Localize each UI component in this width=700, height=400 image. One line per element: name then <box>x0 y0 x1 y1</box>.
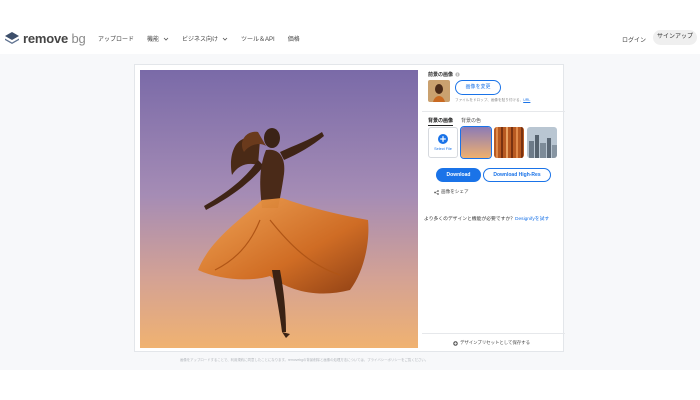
preset-plus-icon <box>453 340 458 346</box>
tab-background-color[interactable]: 背景の色 <box>461 117 481 126</box>
background-option-city[interactable] <box>527 127 557 158</box>
chevron-down-icon <box>222 37 228 41</box>
nav-upload[interactable]: アップロード <box>98 34 134 43</box>
background-option-gradient[interactable] <box>461 127 491 158</box>
terms-footer: 画像をアップロードすることで、利用規約に同意したことになります。removebg… <box>180 358 429 362</box>
select-file-button[interactable]: Select File <box>428 127 458 158</box>
nav-business[interactable]: ビジネス向け <box>182 34 228 43</box>
share-icon <box>434 189 439 195</box>
info-icon[interactable] <box>455 72 460 77</box>
download-high-res-button[interactable]: Download High-Res <box>483 168 551 182</box>
edit-panel: 前景の画像 画像を変更 ファイルをドロップ、画像を貼り付ける、URL 背景の画像… <box>422 65 565 353</box>
tab-background-image[interactable]: 背景の画像 <box>428 117 454 126</box>
nav-features[interactable]: 機能 <box>147 34 169 43</box>
logo-mark-icon <box>5 32 19 44</box>
signup-button[interactable]: サインアップ <box>653 30 697 45</box>
original-image-title: 前景の画像 <box>428 71 460 78</box>
chevron-down-icon <box>163 37 169 41</box>
background-tabs: 背景の画像 背景の色 <box>428 117 489 126</box>
login-link[interactable]: ログイン <box>622 35 646 44</box>
section-divider <box>422 111 565 112</box>
save-preset-link[interactable]: デザインプリセットとして保存する <box>453 340 530 346</box>
result-image <box>140 70 418 348</box>
background-options: Select File <box>428 127 560 158</box>
designify-promo: より多くのデザインと機能が必要ですか？Designifyを試す <box>424 217 550 222</box>
panel-bottom-divider <box>422 333 565 334</box>
share-image-link[interactable]: 画像をシェア <box>434 189 469 195</box>
designify-link[interactable]: Designifyを試す <box>515 217 549 222</box>
change-image-button[interactable]: 画像を変更 <box>455 80 501 95</box>
download-button[interactable]: Download <box>436 168 481 182</box>
editor-card: 前景の画像 画像を変更 ファイルをドロップ、画像を貼り付ける、URL 背景の画像… <box>134 64 565 353</box>
nav-tools-api[interactable]: ツール＆API <box>241 34 275 43</box>
nav-pricing[interactable]: 価格 <box>288 34 300 43</box>
drop-hint: ファイルをドロップ、画像を貼り付ける、URL <box>455 98 531 102</box>
logo-text: remove bg <box>23 30 86 46</box>
plus-icon <box>438 134 448 144</box>
top-header: remove bg アップロード 機能 ビジネス向け ツール＆API 価格 ログ… <box>0 24 700 54</box>
logo[interactable]: remove bg <box>4 30 86 46</box>
url-link[interactable]: URL <box>523 98 530 102</box>
main-nav: アップロード 機能 ビジネス向け ツール＆API 価格 <box>98 34 313 43</box>
background-option-curtain[interactable] <box>494 127 524 158</box>
original-thumbnail[interactable] <box>428 80 450 102</box>
